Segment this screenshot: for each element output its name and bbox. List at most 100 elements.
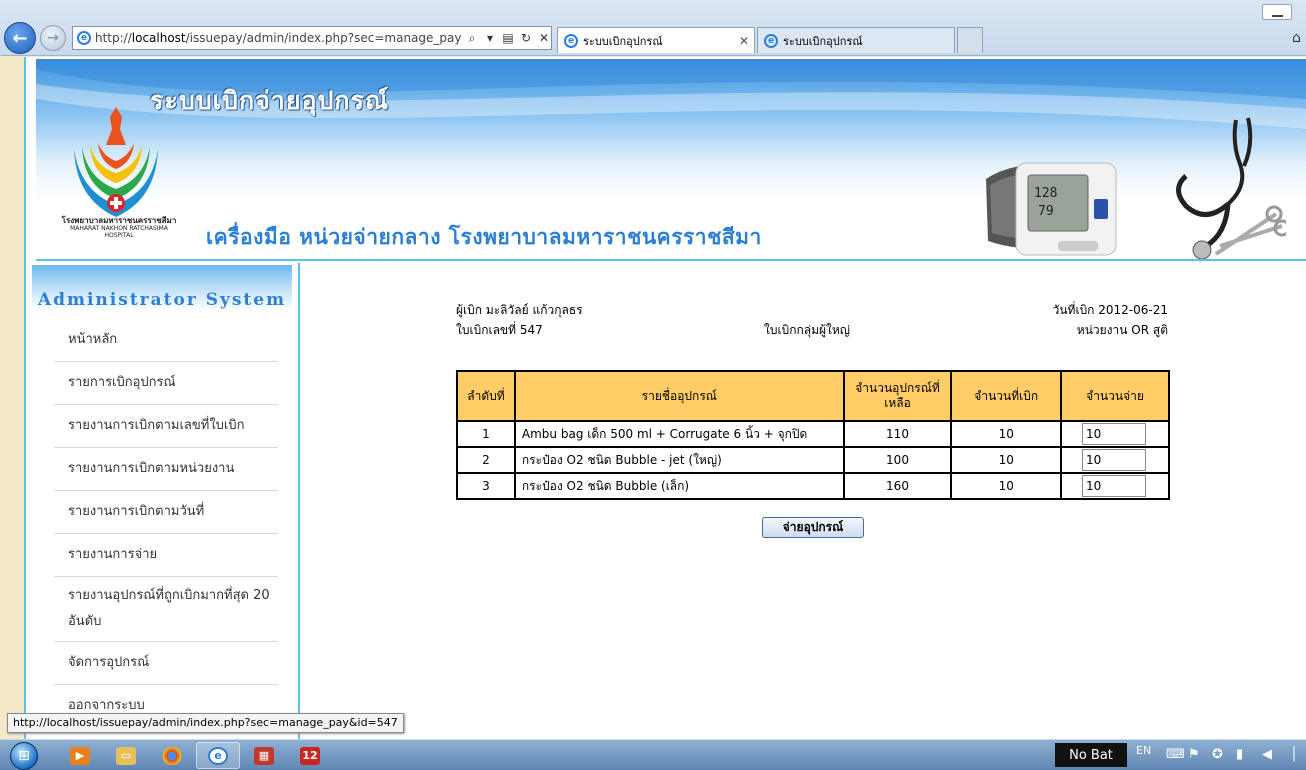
row-no: 2 — [456, 446, 516, 474]
arrow-right-icon: → — [47, 30, 59, 46]
close-tab-icon[interactable]: ✕ — [739, 34, 749, 48]
table-row: 3 กระป๋อง O2 ชนิด Bubble (เล็ก) 160 10 — [456, 472, 1170, 500]
row-remaining: 100 — [842, 446, 953, 474]
pay-quantity-input[interactable] — [1082, 475, 1147, 497]
chrome-icon — [162, 746, 182, 765]
sidebar-menu: หน้าหลัก รายการเบิกอุปกรณ์ รายงานการเบิก… — [54, 319, 278, 727]
back-button[interactable]: ← — [4, 22, 36, 54]
stop-icon[interactable]: ✕ — [537, 31, 551, 45]
blood-pressure-monitor-image: 128 79 — [986, 162, 1117, 256]
sidebar-item-manage-equipment[interactable]: จัดการอุปกรณ์ — [54, 642, 278, 685]
address-bar[interactable]: e http://localhost/issuepay/admin/index.… — [72, 26, 552, 50]
column-header-name: รายชื่ออุปกรณ์ — [513, 370, 845, 422]
row-requested: 10 — [950, 420, 1063, 448]
sidebar-title: Administrator System — [37, 290, 287, 310]
requisition-group: ใบเบิกกลุ่มผู้ใหญ่ — [764, 323, 851, 337]
app-12-icon: 12 — [300, 746, 320, 765]
internet-explorer-icon: e — [564, 33, 578, 48]
start-button[interactable]: ⊞ — [6, 740, 42, 770]
new-tab-button[interactable] — [957, 27, 983, 53]
arrow-left-icon: ← — [12, 27, 28, 49]
sidebar-item-top20-report[interactable]: รายงานอุปกรณ์ที่ถูกเบิกมากที่สุด 20 อันด… — [54, 577, 278, 642]
pay-quantity-input[interactable] — [1082, 449, 1147, 471]
row-no: 3 — [456, 472, 516, 500]
keyboard-icon[interactable]: ⌨ — [1166, 747, 1185, 762]
tab-active[interactable]: e ระบบเบิกอุปกรณ์ ✕ — [557, 27, 755, 53]
taskbar-app-media-player[interactable]: ▶ — [58, 742, 102, 769]
battery-status[interactable]: No Bat — [1055, 743, 1127, 767]
search-icon[interactable]: ⌕ — [465, 31, 479, 46]
requester-name: ผู้เบิก มะลิวัลย์ แก้วกุลธร — [456, 303, 583, 317]
forward-button[interactable]: → — [40, 25, 66, 51]
row-remaining: 160 — [842, 472, 953, 500]
column-header-remaining: จำนวนอุปกรณ์ที่เหลือ — [842, 370, 953, 422]
tab-inactive[interactable]: e ระบบเบิกอุปกรณ์ — [757, 27, 955, 53]
logo-caption-english: MAHARAT NAKHON RATCHASIMA HOSPITAL — [70, 225, 168, 239]
taskbar-app-chrome[interactable] — [150, 742, 194, 769]
file-explorer-icon: ▭ — [116, 746, 136, 765]
svg-text:79: 79 — [1038, 204, 1054, 219]
page-viewport: ระบบเบิกจ่ายอุปกรณ์ โรงพยาบาลมหาราชนครรา… — [24, 57, 1306, 740]
taskbar-app-explorer[interactable]: ▭ — [104, 742, 148, 769]
sidebar-header: Administrator System — [32, 265, 292, 311]
sidebar-item-requisition-list[interactable]: รายการเบิกอุปกรณ์ — [54, 362, 278, 405]
table-row: 1 Ambu bag เด็ก 500 ml + Corrugate 6 นิ้… — [456, 420, 1170, 448]
payment-table: ลำดับที่ รายชื่ออุปกรณ์ จำนวนอุปกรณ์ที่เ… — [456, 370, 1170, 500]
sidebar: Administrator System หน้าหลัก รายการเบิก… — [26, 263, 300, 740]
column-header-pay: จำนวนจ่าย — [1060, 370, 1170, 422]
internet-explorer-icon: e — [764, 33, 778, 48]
row-requested: 10 — [950, 472, 1063, 500]
windows-logo-icon: ⊞ — [10, 741, 38, 770]
request-date: วันที่เบิก 2012-06-21 — [1052, 303, 1168, 317]
column-header-no: ลำดับที่ — [456, 370, 516, 422]
tab-title: ระบบเบิกอุปกรณ์ — [783, 34, 863, 48]
internet-explorer-icon: e — [77, 31, 91, 45]
row-requested: 10 — [950, 446, 1063, 474]
pay-equipment-button[interactable]: จ่ายอุปกรณ์ — [762, 517, 864, 538]
dropdown-icon[interactable]: ▾ — [483, 31, 497, 45]
pay-quantity-input[interactable] — [1082, 423, 1147, 445]
taskbar-app-internet-explorer[interactable]: e — [196, 742, 240, 769]
browser-chrome: ← → e http://localhost/issuepay/admin/in… — [0, 0, 1306, 56]
flag-icon[interactable]: ⚑ — [1188, 747, 1200, 762]
home-icon[interactable]: ⌂ — [1292, 30, 1301, 46]
language-indicator[interactable]: EN — [1136, 744, 1151, 757]
app-icon: ▦ — [254, 746, 274, 765]
row-equipment-name: Ambu bag เด็ก 500 ml + Corrugate 6 นิ้ว … — [513, 420, 845, 448]
unit-heading: เครื่องมือ หน่วยจ่ายกลาง โรงพยาบาลมหาราช… — [206, 225, 762, 249]
sidebar-item-report-by-department[interactable]: รายงานการเบิกตามหน่วยงาน — [54, 448, 278, 491]
volume-icon[interactable]: ◀ — [1262, 747, 1272, 762]
sidebar-item-report-by-date[interactable]: รายงานการเบิกตามวันที่ — [54, 491, 278, 534]
taskbar-app-utility[interactable]: ▦ — [242, 742, 286, 769]
request-number: ใบเบิกเลขที่ 547 — [456, 323, 543, 337]
sidebar-item-home[interactable]: หน้าหลัก — [54, 319, 278, 362]
sidebar-item-report-by-number[interactable]: รายงานการเบิกตามเลขที่ใบเบิก — [54, 405, 278, 448]
security-icon[interactable]: ✪ — [1212, 747, 1223, 762]
row-remaining: 110 — [842, 420, 953, 448]
minimize-button[interactable] — [1262, 4, 1292, 20]
site-banner: ระบบเบิกจ่ายอุปกรณ์ โรงพยาบาลมหาราชนครรา… — [36, 59, 1306, 261]
row-no: 1 — [456, 420, 516, 448]
table-row: 2 กระป๋อง O2 ชนิด Bubble - jet (ใหญ่) 10… — [456, 446, 1170, 474]
clock[interactable]: │ — [1290, 747, 1298, 762]
main-content: ผู้เบิก มะลิวัลย์ แก้วกุลธร วันที่เบิก 2… — [302, 263, 1306, 740]
department: หน่วยงาน OR สูติ — [1076, 323, 1168, 337]
svg-text:128: 128 — [1034, 186, 1057, 201]
compatibility-icon[interactable]: ▤ — [501, 31, 515, 45]
sidebar-item-payment-report[interactable]: รายงานการจ่าย — [54, 534, 278, 577]
column-header-requested: จำนวนที่เบิก — [950, 370, 1063, 422]
refresh-icon[interactable]: ↻ — [519, 31, 533, 45]
tab-title: ระบบเบิกอุปกรณ์ — [583, 34, 663, 48]
table-header-row: ลำดับที่ รายชื่ออุปกรณ์ จำนวนอุปกรณ์ที่เ… — [456, 370, 1170, 422]
system-title: ระบบเบิกจ่ายอุปกรณ์ — [150, 86, 390, 115]
taskbar-app-12[interactable]: 12 — [288, 742, 332, 769]
status-url-tooltip: http://localhost/issuepay/admin/index.ph… — [7, 713, 404, 733]
address-url[interactable]: http://localhost/issuepay/admin/index.ph… — [95, 31, 461, 45]
network-icon[interactable]: ▮ — [1236, 747, 1243, 762]
row-equipment-name: กระป๋อง O2 ชนิด Bubble - jet (ใหญ่) — [513, 446, 845, 474]
taskbar: ⊞ ▶ ▭ e ▦ 12 No Bat EN ⌨ ⚑ ✪ ▮ ◀ │ — [0, 739, 1306, 770]
row-equipment-name: กระป๋อง O2 ชนิด Bubble (เล็ก) — [513, 472, 845, 500]
internet-explorer-icon: e — [208, 746, 228, 765]
stethoscope-image — [1176, 117, 1286, 259]
media-player-icon: ▶ — [70, 746, 90, 765]
